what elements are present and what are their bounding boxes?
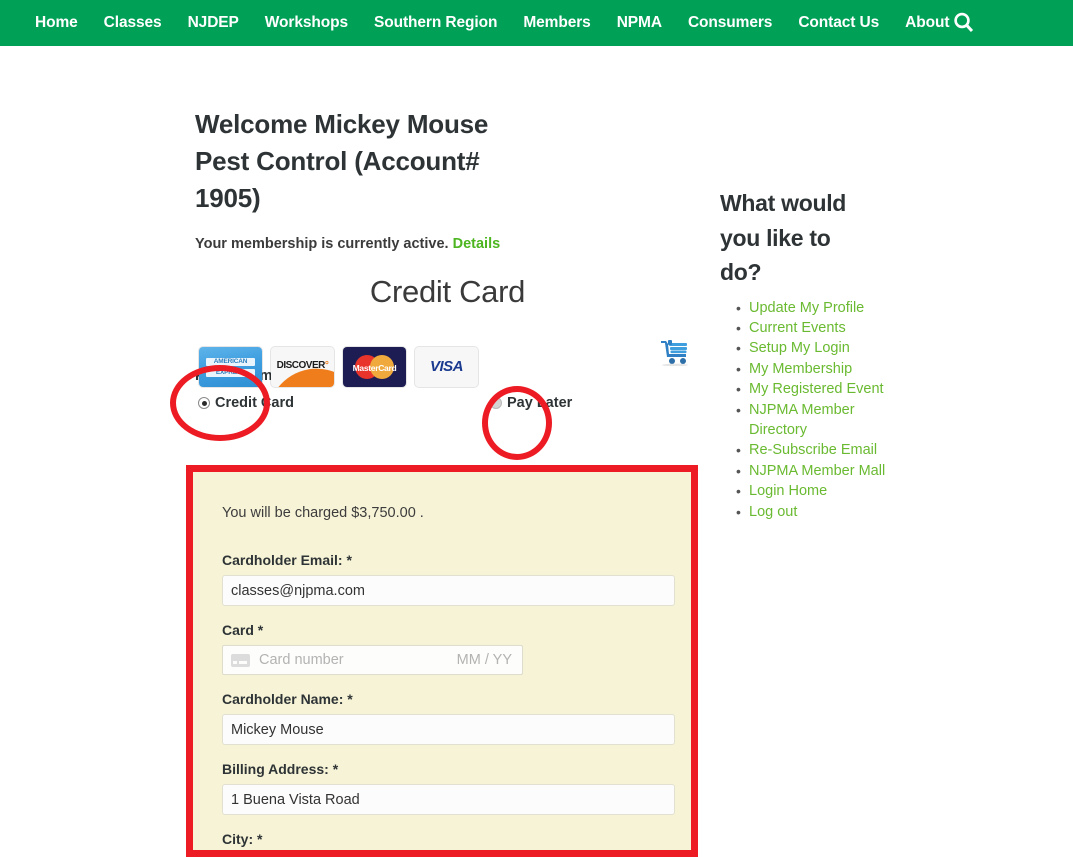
search-icon[interactable] bbox=[953, 11, 989, 35]
discover-logo-mark: ° bbox=[324, 360, 329, 371]
card-number-element[interactable]: Card number MM / YY bbox=[222, 645, 523, 675]
radio-pay-later[interactable] bbox=[490, 397, 502, 409]
sidebar-item-njpma-member-mall[interactable]: NJPMA Member Mall bbox=[749, 463, 885, 479]
sidebar-link-list: Update My Profile Current Events Setup M… bbox=[720, 298, 910, 523]
amex-logo: AMERICAN EXPRESS bbox=[199, 347, 262, 387]
amex-logo-line1: AMERICAN bbox=[213, 358, 248, 365]
nav-item-npma[interactable]: NPMA bbox=[604, 0, 675, 46]
sidebar-item-update-my-profile[interactable]: Update My Profile bbox=[749, 300, 864, 316]
label-cardholder-email: Cardholder Email: * bbox=[222, 552, 352, 568]
radio-label-credit-card: Credit Card bbox=[215, 395, 294, 411]
card-number-placeholder: Card number bbox=[259, 652, 344, 668]
list-item: NJPMA Member Mall bbox=[736, 461, 910, 482]
radio-credit-card[interactable] bbox=[198, 397, 210, 409]
list-item: Current Events bbox=[736, 318, 910, 339]
amex-logo-line2: EXPRESS bbox=[215, 368, 246, 376]
nav-item-about[interactable]: About bbox=[892, 0, 953, 46]
list-item: Setup My Login bbox=[736, 338, 910, 359]
membership-details-link[interactable]: Details bbox=[453, 236, 501, 252]
section-heading-credit-card: Credit Card bbox=[369, 274, 526, 309]
shopping-cart-icon[interactable] bbox=[660, 338, 690, 367]
list-item: Log out bbox=[736, 502, 910, 523]
visa-logo: VISA bbox=[415, 347, 478, 387]
label-city: City: * bbox=[222, 831, 263, 847]
label-billing-address: Billing Address: * bbox=[222, 761, 339, 777]
sidebar-item-login-home[interactable]: Login Home bbox=[749, 483, 827, 499]
list-item: NJPMA Member Directory bbox=[736, 400, 910, 441]
page-body: Welcome Mickey Mouse Pest Control (Accou… bbox=[0, 46, 1073, 857]
list-item: Login Home bbox=[736, 481, 910, 502]
sidebar-item-setup-my-login[interactable]: Setup My Login bbox=[749, 340, 850, 356]
nav-item-contact-us[interactable]: Contact Us bbox=[785, 0, 892, 46]
credit-card-form: You will be charged $3,750.00 . Cardhold… bbox=[186, 465, 698, 857]
main-navigation: Home Classes NJDEP Workshops Southern Re… bbox=[0, 0, 1073, 46]
page-title: Welcome Mickey Mouse Pest Control (Accou… bbox=[195, 109, 489, 213]
label-card: Card * bbox=[222, 622, 264, 638]
mastercard-logo-text: MasterCard bbox=[352, 363, 397, 373]
sidebar-item-my-registered-event[interactable]: My Registered Event bbox=[749, 381, 884, 397]
billing-address-input[interactable] bbox=[222, 784, 675, 815]
membership-status-text: Your membership is currently active. bbox=[195, 236, 449, 252]
label-cardholder-name: Cardholder Name: * bbox=[222, 691, 353, 707]
sidebar-item-njpma-member-directory[interactable]: NJPMA Member Directory bbox=[749, 402, 855, 438]
list-item: Update My Profile bbox=[736, 298, 910, 319]
sidebar: What would you like to do? Update My Pro… bbox=[720, 186, 910, 522]
charge-notice: You will be charged $3,750.00 . bbox=[222, 505, 424, 521]
cardholder-email-input[interactable] bbox=[222, 575, 675, 606]
nav-item-classes[interactable]: Classes bbox=[91, 0, 175, 46]
sidebar-item-current-events[interactable]: Current Events bbox=[749, 320, 846, 336]
nav-item-workshops[interactable]: Workshops bbox=[252, 0, 361, 46]
sidebar-title: What would you like to do? bbox=[720, 190, 847, 285]
nav-item-members[interactable]: Members bbox=[510, 0, 603, 46]
discover-logo-text: DISCOVER bbox=[276, 360, 326, 371]
accepted-card-logos: AMERICAN EXPRESS DISCOVER° MasterCard VI… bbox=[199, 347, 478, 387]
main-content: Welcome Mickey Mouse Pest Control (Accou… bbox=[195, 106, 700, 411]
nav-item-consumers[interactable]: Consumers bbox=[675, 0, 785, 46]
nav-item-njdep[interactable]: NJDEP bbox=[175, 0, 252, 46]
discover-logo: DISCOVER° bbox=[271, 347, 334, 387]
sidebar-item-re-subscribe-email[interactable]: Re-Subscribe Email bbox=[749, 442, 877, 458]
card-expiry-placeholder: MM / YY bbox=[456, 652, 512, 668]
nav-item-southern-region[interactable]: Southern Region bbox=[361, 0, 510, 46]
cardholder-name-input[interactable] bbox=[222, 714, 675, 745]
list-item: My Registered Event bbox=[736, 379, 910, 400]
payment-method-radio-group: Credit Card Pay Later bbox=[195, 395, 700, 415]
list-item: Re-Subscribe Email bbox=[736, 440, 910, 461]
radio-label-pay-later: Pay Later bbox=[507, 395, 573, 411]
radio-option-pay-later[interactable]: Pay Later bbox=[490, 395, 572, 411]
sidebar-item-log-out[interactable]: Log out bbox=[749, 504, 797, 520]
nav-item-home[interactable]: Home bbox=[22, 0, 91, 46]
credit-card-icon bbox=[231, 653, 250, 667]
sidebar-item-my-membership[interactable]: My Membership bbox=[749, 361, 852, 377]
list-item: My Membership bbox=[736, 359, 910, 380]
visa-logo-text: VISA bbox=[429, 358, 464, 375]
radio-option-credit-card[interactable]: Credit Card bbox=[198, 395, 294, 411]
mastercard-logo: MasterCard bbox=[343, 347, 406, 387]
membership-status: Your membership is currently active. Det… bbox=[195, 236, 700, 252]
